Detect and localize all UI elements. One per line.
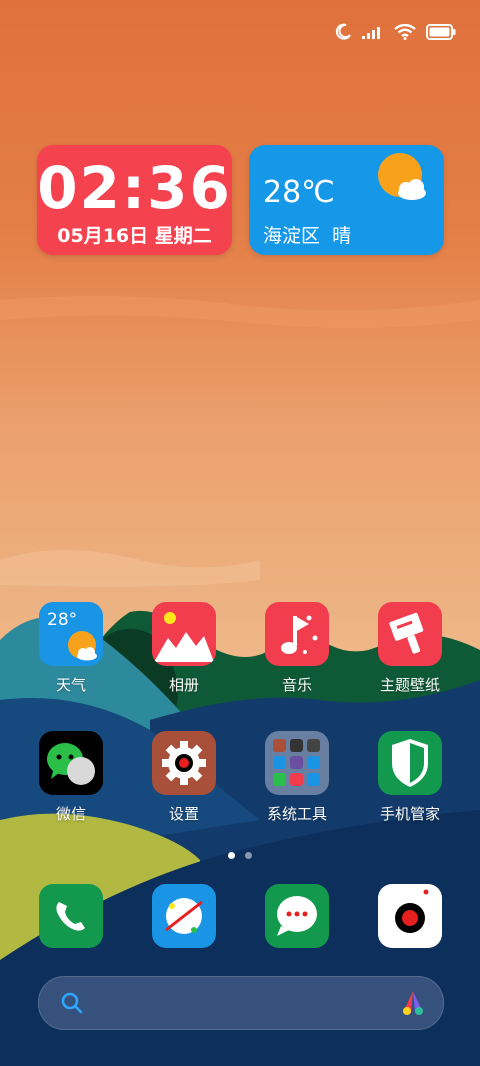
- music-icon: [265, 602, 329, 666]
- app-gallery[interactable]: 相册: [134, 602, 234, 695]
- signal-icon: [362, 27, 380, 39]
- camera-icon: [395, 889, 429, 933]
- wifi-icon: [394, 24, 416, 40]
- app-wechat[interactable]: 微信: [21, 731, 121, 824]
- search-icon[interactable]: [61, 992, 83, 1014]
- weather-location-condition: 海淀区 晴: [263, 221, 351, 248]
- weather-condition: 晴: [332, 225, 352, 247]
- clock-date: 05月16日 星期二: [57, 225, 212, 247]
- app-system-tools-folder[interactable]: 系统工具: [247, 731, 347, 824]
- app-weather[interactable]: 28° 天气: [21, 602, 121, 695]
- dock-phone[interactable]: [39, 884, 103, 948]
- browser-icon: [165, 898, 203, 934]
- phone-icon: [56, 902, 85, 931]
- weather-widget[interactable]: 28℃ 海淀区 晴: [249, 145, 444, 255]
- moon-icon: [335, 23, 351, 40]
- app-label: 天气: [55, 676, 86, 694]
- weather-location: 海淀区: [263, 225, 321, 247]
- app-themes[interactable]: 主题壁纸: [360, 602, 460, 695]
- search-bar[interactable]: [38, 976, 444, 1030]
- page-indicator[interactable]: [0, 852, 480, 859]
- app-label: 主题壁纸: [379, 676, 440, 694]
- app-label: 音乐: [281, 676, 312, 694]
- weather-app-icon: 28°: [39, 602, 103, 666]
- app-label: 相册: [168, 676, 199, 694]
- dock-browser[interactable]: [152, 884, 216, 948]
- clock-widget[interactable]: 02:36 05月16日 星期二: [37, 145, 232, 255]
- folder-icon: [265, 731, 329, 795]
- page-dot-active[interactable]: [228, 852, 235, 859]
- app-label: 手机管家: [379, 805, 440, 823]
- security-shield-icon: [378, 731, 442, 795]
- status-bar: [334, 18, 456, 46]
- clock-time: 02:36: [37, 154, 232, 222]
- settings-gear-icon: [152, 731, 216, 795]
- app-settings[interactable]: 设置: [134, 731, 234, 824]
- gallery-icon: [152, 602, 216, 666]
- dock-messages[interactable]: [265, 884, 329, 948]
- themes-icon: [378, 602, 442, 666]
- page-dot[interactable]: [245, 852, 252, 859]
- app-label: 设置: [168, 805, 199, 823]
- app-music[interactable]: 音乐: [247, 602, 347, 695]
- weather-temperature: 28℃: [263, 175, 335, 210]
- assistant-icon[interactable]: [399, 989, 427, 1017]
- dock-camera[interactable]: [378, 884, 442, 948]
- app-security[interactable]: 手机管家: [360, 731, 460, 824]
- sun-cloud-icon: [378, 153, 426, 200]
- battery-icon: [426, 24, 456, 40]
- app-label: 微信: [55, 805, 86, 823]
- wechat-icon: [39, 731, 103, 795]
- app-label: 系统工具: [266, 805, 327, 823]
- message-icon: [277, 896, 317, 936]
